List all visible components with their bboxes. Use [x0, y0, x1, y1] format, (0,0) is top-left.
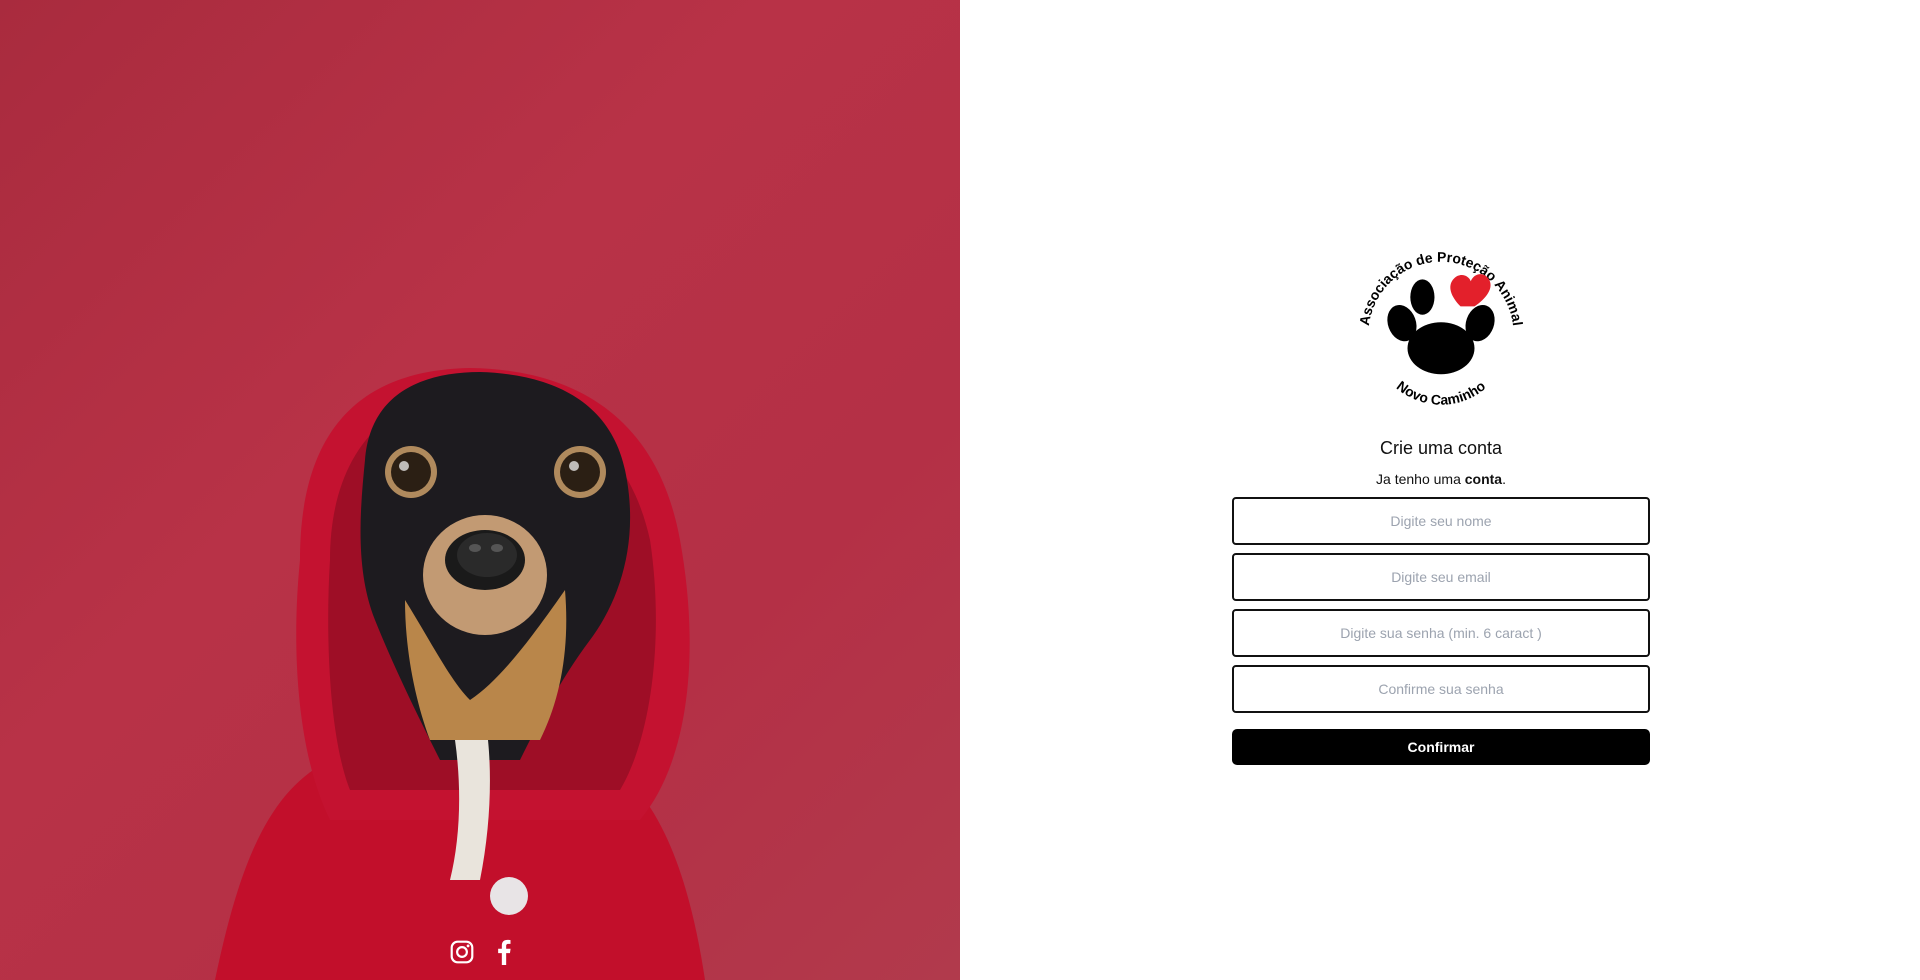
hero-photo-panel — [0, 0, 960, 980]
svg-text:Associação de Proteção Animal: Associação de Proteção Animal — [1356, 249, 1526, 327]
name-input[interactable] — [1232, 497, 1650, 545]
dog-in-hoodie-photo — [215, 368, 705, 980]
instagram-icon[interactable] — [448, 938, 476, 966]
social-links — [448, 938, 518, 966]
login-link[interactable]: conta — [1465, 471, 1502, 487]
confirm-button[interactable]: Confirmar — [1232, 729, 1650, 765]
association-logo: Associação de Proteção Animal Novo Camin… — [1356, 249, 1526, 408]
facebook-icon[interactable] — [490, 938, 518, 966]
have-account-suffix: . — [1502, 471, 1506, 487]
signup-panel: Associação de Proteção Animal Novo Camin… — [960, 0, 1920, 980]
have-account-prefix: Ja tenho uma — [1376, 471, 1465, 487]
password-input[interactable] — [1232, 609, 1650, 657]
confirm-password-input[interactable] — [1232, 665, 1650, 713]
email-input[interactable] — [1232, 553, 1650, 601]
signup-form: Associação de Proteção Animal Novo Camin… — [1232, 232, 1650, 765]
svg-text:Novo Caminho: Novo Caminho — [1394, 377, 1488, 407]
have-account-text: Ja tenho uma conta. — [1376, 471, 1506, 487]
page-title: Crie uma conta — [1379, 438, 1503, 458]
signup-page: Associação de Proteção Animal Novo Camin… — [0, 0, 1920, 980]
